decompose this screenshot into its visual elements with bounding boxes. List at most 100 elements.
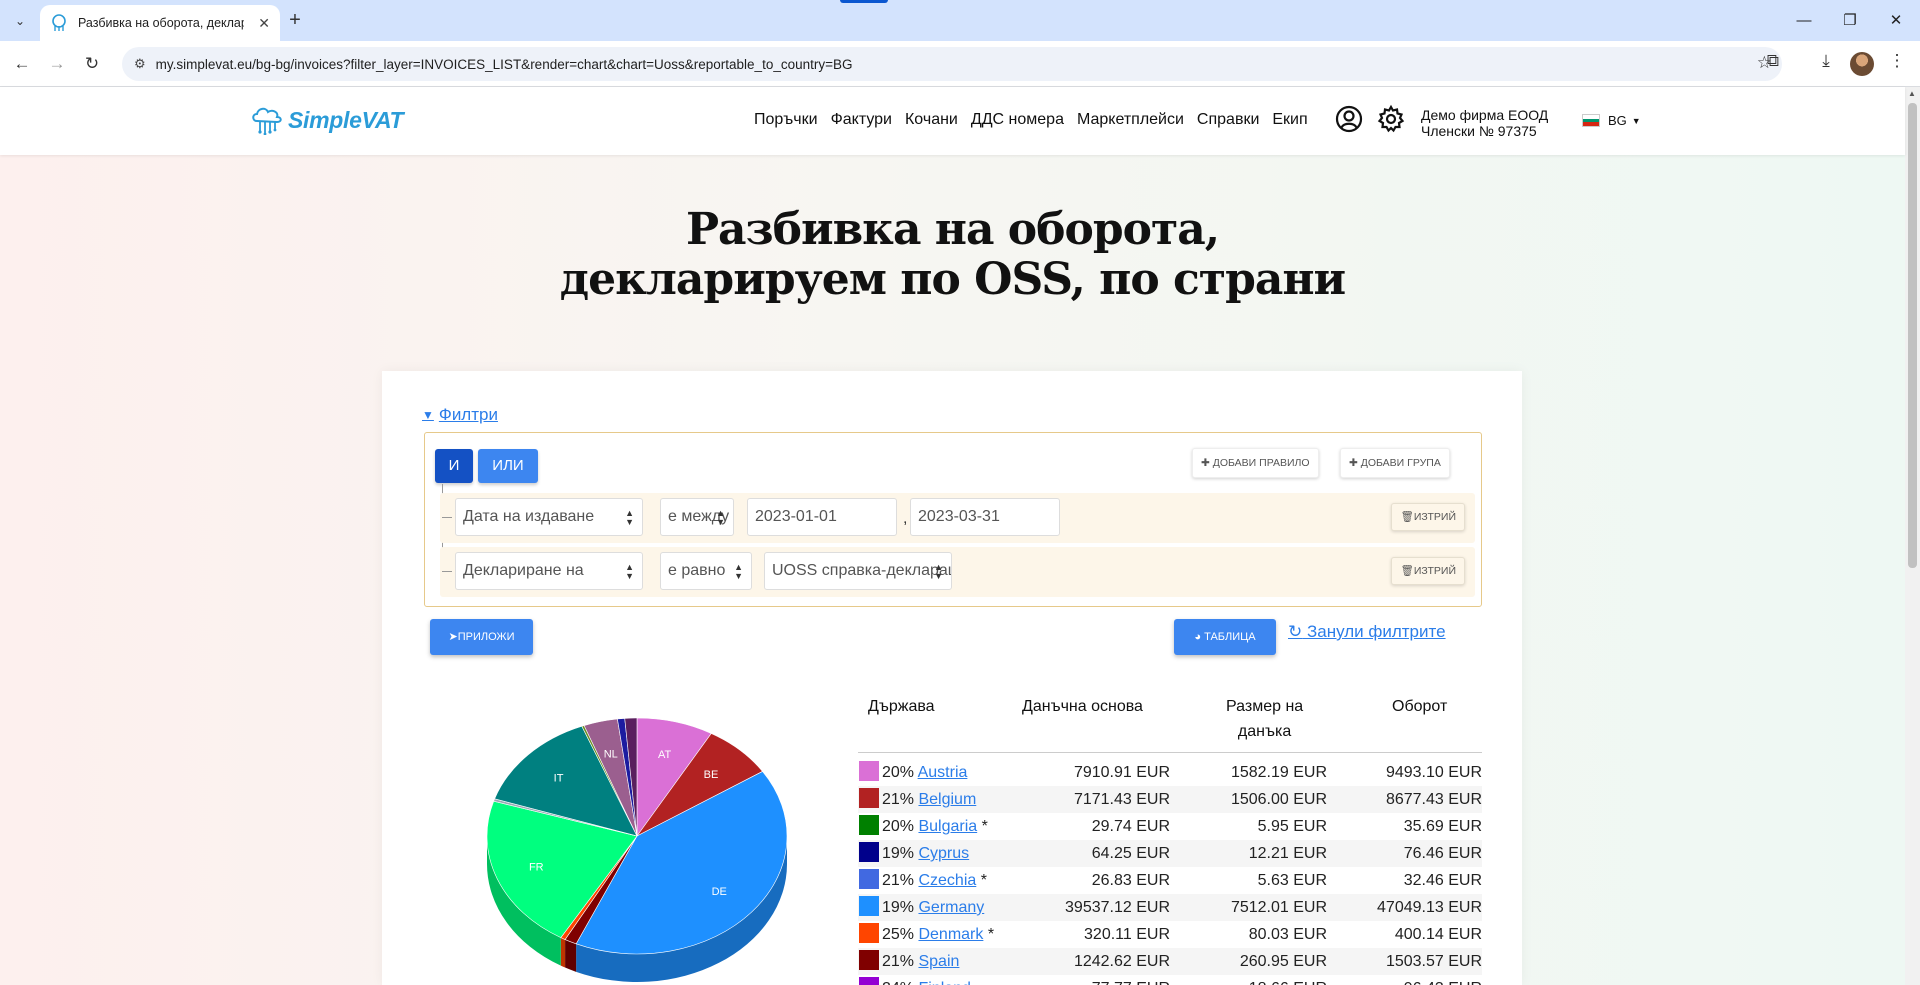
rule-field-select[interactable]: Дата на издаване ▲ ▼ (455, 498, 643, 536)
country-link[interactable]: Bulgaria (918, 818, 977, 835)
nav-vat-numbers[interactable]: ДДС номера (971, 111, 1064, 129)
country-link[interactable]: Germany (918, 899, 984, 916)
tab-title: Разбивка на оборота, деклари (78, 16, 244, 30)
select-arrows-icon: ▲ ▼ (625, 508, 634, 527)
vat-rate: 21% (882, 791, 919, 808)
country-star: * (983, 926, 995, 943)
country-link[interactable]: Spain (918, 953, 959, 970)
downloads-icon[interactable]: ⤓ (1813, 51, 1839, 71)
tax-base-cell: 77.77 EUR (1092, 975, 1170, 985)
add-rule-label: ДОБАВИ ПРАВИЛО (1212, 457, 1310, 469)
language-selector[interactable]: BG ▼ (1582, 113, 1641, 128)
pie-slice-side (565, 939, 577, 972)
address-url[interactable]: my.simplevat.eu/bg-bg/invoices?filter_la… (156, 57, 853, 72)
tax-amount-cell: 12.21 EUR (1248, 845, 1327, 862)
table-row: 25% Denmark * 320.11 EUR 80.03 EUR 400.14 E… (858, 921, 1482, 948)
table-view-button[interactable]: ◕ ТАБЛИЦА (1174, 619, 1276, 655)
and-button[interactable]: И (435, 449, 473, 483)
tab-search-icon[interactable]: ⌄ (8, 9, 32, 33)
nav-team[interactable]: Екип (1272, 111, 1307, 129)
country-color-swatch (859, 896, 879, 916)
vat-rate: 21% (882, 872, 919, 889)
nav-invoices[interactable]: Фактури (831, 111, 892, 129)
tax-base-cell: 1242.62 EUR (1073, 953, 1170, 970)
country-link[interactable]: Belgium (918, 791, 976, 808)
country-link[interactable]: Cyprus (918, 845, 969, 862)
nav-reports[interactable]: Справки (1197, 111, 1259, 129)
rule-operator-select[interactable]: е между ▲ ▼ (660, 498, 734, 536)
add-rule-button[interactable]: ✚ ДОБАВИ ПРАВИЛО (1192, 448, 1319, 478)
country-link[interactable]: Austria (918, 764, 968, 781)
table-row: 21% Czechia * 26.83 EUR 5.63 EUR 32.46 EUR (858, 867, 1482, 894)
table-row: 19% Germany 39537.12 EUR 7512.01 EUR 47049.… (858, 894, 1482, 921)
country-color-swatch (859, 788, 879, 808)
country-link[interactable]: Denmark (918, 926, 983, 943)
pie-slice-label: BE (704, 769, 719, 781)
pie-slice-label: FR (529, 862, 544, 874)
turnover-cell: 400.14 EUR (1394, 926, 1482, 943)
extensions-icon[interactable]: ⧉ (1760, 51, 1786, 71)
scroll-up-icon[interactable]: ▲ (1908, 89, 1916, 98)
restore-icon[interactable]: ❐ (1828, 8, 1872, 34)
window-close-icon[interactable]: ✕ (1874, 8, 1918, 34)
or-button[interactable]: ИЛИ (478, 449, 538, 483)
vat-rate-cell: 20% Bulgaria * (882, 813, 988, 840)
filter-rule-declaration: Деклариране на ▲ ▼ е равно ▲ ▼ UOSS справка-… (440, 547, 1475, 597)
nav-orders[interactable]: Поръчки (754, 111, 818, 129)
reset-label: Занули филтрите (1306, 622, 1446, 641)
turnover-cell: 32.46 EUR (1403, 872, 1482, 889)
rule-field-select[interactable]: Деклариране на ▲ ▼ (455, 552, 643, 590)
country-star: * (976, 872, 987, 889)
nav-invoice-books[interactable]: Кочани (905, 111, 958, 129)
minimize-icon[interactable]: — (1782, 8, 1826, 34)
filters-toggle-link[interactable]: ▼ Филтри (422, 405, 498, 425)
tax-base-cell: 64.25 EUR (1091, 845, 1170, 862)
tax-amount-cell: 1506.00 EUR (1230, 791, 1327, 808)
browser-toolbar: ← → ↻ ⚙ my.simplevat.eu/bg-bg/invoices?f… (0, 41, 1920, 87)
tax-amount-cell: 18.66 EUR (1249, 975, 1327, 985)
page-scrollbar[interactable]: ▲ (1905, 87, 1920, 985)
table-row: 21% Spain 1242.62 EUR 260.95 EUR 1503.57 EU… (858, 948, 1482, 975)
filters-link-label: Филтри (438, 405, 498, 424)
tab-close-icon[interactable]: ✕ (258, 15, 270, 32)
country-link[interactable]: Czechia (918, 872, 976, 889)
tax-base-cell: 7910.91 EUR (1073, 764, 1170, 781)
site-info-icon[interactable]: ⚙ (134, 56, 146, 72)
browser-tab-active[interactable]: Разбивка на оборота, деклари ✕ (40, 5, 280, 41)
company-info[interactable]: Демо фирма ЕООД Членски № 97375 (1421, 107, 1548, 139)
country-link[interactable]: Finland (918, 980, 970, 985)
tab-drag-indicator (840, 0, 888, 3)
settings-gear-icon[interactable] (1376, 104, 1406, 134)
vat-rate-cell: 21% Spain (882, 948, 959, 975)
forward-icon[interactable]: → (43, 50, 71, 78)
oss-turnover-pie-chart: AT BE DE FR IT NL (486, 717, 788, 982)
site-header: SimpleVAT Поръчки Фактури Кочани ДДС ном… (0, 87, 1905, 155)
back-icon[interactable]: ← (8, 50, 36, 78)
vat-rate-cell: 21% Belgium (882, 786, 976, 813)
reload-icon[interactable]: ↻ (78, 50, 106, 78)
header-divider (858, 752, 1482, 753)
browser-menu-icon[interactable]: ⋮ (1884, 51, 1910, 71)
vat-rate: 19% (882, 845, 919, 862)
reset-filters-link[interactable]: ↻ Занули филтрите (1288, 622, 1446, 642)
new-tab-icon[interactable]: + (282, 8, 308, 34)
header-tax-base: Данъчна основа (1022, 698, 1143, 715)
date-from-input[interactable]: 2023-01-01 (747, 498, 897, 536)
date-to-input[interactable]: 2023-03-31 (910, 498, 1060, 536)
apply-button[interactable]: ➤ПРИЛОЖИ (430, 619, 533, 655)
nav-marketplaces[interactable]: Маркетплейси (1077, 111, 1184, 129)
user-account-icon[interactable] (1334, 104, 1364, 134)
add-group-button[interactable]: ✚ ДОБАВИ ГРУПА (1340, 448, 1450, 478)
pie-slice-label: DE (712, 886, 727, 898)
delete-rule-button[interactable]: 🗑ИЗТРИЙ (1391, 503, 1465, 531)
table-row: 24% Finland 77.77 EUR 18.66 EUR 96.43 EUR (858, 975, 1482, 985)
delete-rule-button[interactable]: 🗑ИЗТРИЙ (1391, 557, 1465, 585)
address-bar[interactable]: ⚙ my.simplevat.eu/bg-bg/invoices?filter_… (122, 47, 1782, 81)
scroll-thumb[interactable] (1908, 103, 1917, 568)
profile-avatar[interactable] (1850, 52, 1874, 76)
company-name: Демо фирма ЕООД (1421, 107, 1549, 123)
rule-operator-select[interactable]: е равно ▲ ▼ (660, 552, 752, 590)
simplevat-logo[interactable]: SimpleVAT (250, 105, 404, 135)
rule-value-select[interactable]: UOSS справка-декларация▲▼ (764, 552, 952, 590)
simplevat-favicon-icon (52, 14, 66, 31)
